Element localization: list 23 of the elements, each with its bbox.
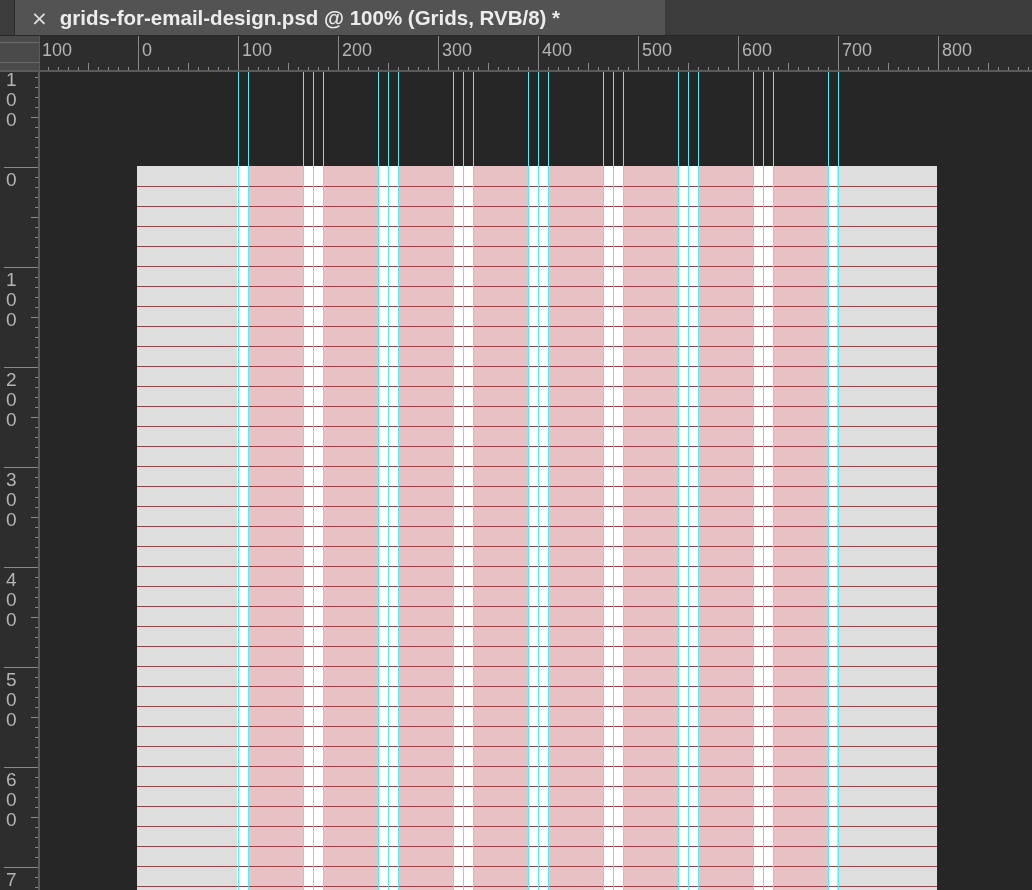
ruler-label: 0 xyxy=(142,40,152,60)
ruler-label: 600 xyxy=(742,40,773,60)
ruler-corner[interactable] xyxy=(0,36,40,72)
ruler-label: 7 xyxy=(6,870,17,890)
ruler-label: 200 xyxy=(6,370,17,430)
close-button[interactable]: × xyxy=(31,7,48,28)
ruler-label: 100 xyxy=(6,270,17,330)
ruler-label: 200 xyxy=(342,40,373,60)
ruler-label: 0 xyxy=(6,170,17,190)
ruler-label: 500 xyxy=(642,40,673,60)
ruler-label: 300 xyxy=(6,470,17,530)
ruler-label: 500 xyxy=(6,670,17,730)
ruler-label: 100 xyxy=(242,40,273,60)
document-title: grids-for-email-design.psd @ 100% (Grids, RVB/8) * xyxy=(59,5,561,30)
ruler-label: 400 xyxy=(6,570,17,630)
ruler-label: 300 xyxy=(442,40,473,60)
ruler-label: 400 xyxy=(542,40,573,60)
ruler-label: 700 xyxy=(842,40,873,60)
ruler-label: 100 xyxy=(6,72,17,130)
ruler-label: 800 xyxy=(942,40,973,60)
ruler-label: 600 xyxy=(6,770,17,830)
document-tab[interactable]: × grids-for-email-design.psd @ 100% (Grids, RVB/8) * xyxy=(14,0,665,35)
ruler-label: 100 xyxy=(42,40,73,60)
